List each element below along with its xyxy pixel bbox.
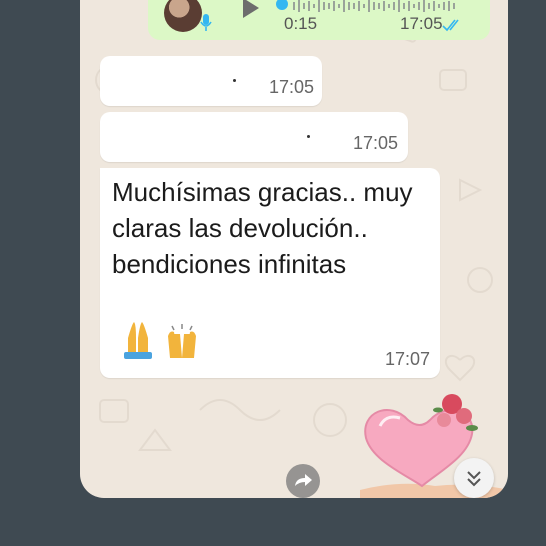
incoming-message[interactable]: 17:05 (100, 112, 408, 162)
message-content-dot (233, 79, 236, 82)
play-icon[interactable] (238, 0, 262, 20)
voice-duration: 0:15 (284, 14, 318, 33)
read-receipt-icon (442, 19, 459, 32)
message-time: 17:05 (400, 14, 443, 33)
avatar (164, 0, 202, 32)
message-time: 17:05 (352, 133, 398, 153)
microphone-icon (200, 14, 212, 31)
voice-waveform[interactable] (276, 0, 476, 14)
scroll-to-bottom-button[interactable] (454, 458, 494, 498)
raising-hands-icon (168, 324, 196, 358)
voice-message-bubble[interactable]: 0:15 17:05 (148, 0, 490, 40)
message-text: Muchísimas gracias.. muy claras las devo… (112, 177, 413, 279)
forward-button[interactable] (286, 464, 320, 498)
message-time: 17:07 (384, 349, 430, 369)
message-time: 17:05 (268, 77, 314, 97)
double-chevron-down-icon (467, 471, 481, 487)
forward-arrow-icon (295, 474, 312, 486)
message-content-dot (307, 135, 310, 138)
chat-screen: 0:15 17:05 17:05 17:05 Muchísimas gracia… (80, 0, 508, 498)
incoming-message[interactable]: Muchísimas gracias.. muy claras las devo… (100, 168, 440, 378)
incoming-message[interactable]: 17:05 (100, 56, 322, 106)
folded-hands-icon (124, 322, 152, 359)
emoji-row (124, 322, 196, 359)
